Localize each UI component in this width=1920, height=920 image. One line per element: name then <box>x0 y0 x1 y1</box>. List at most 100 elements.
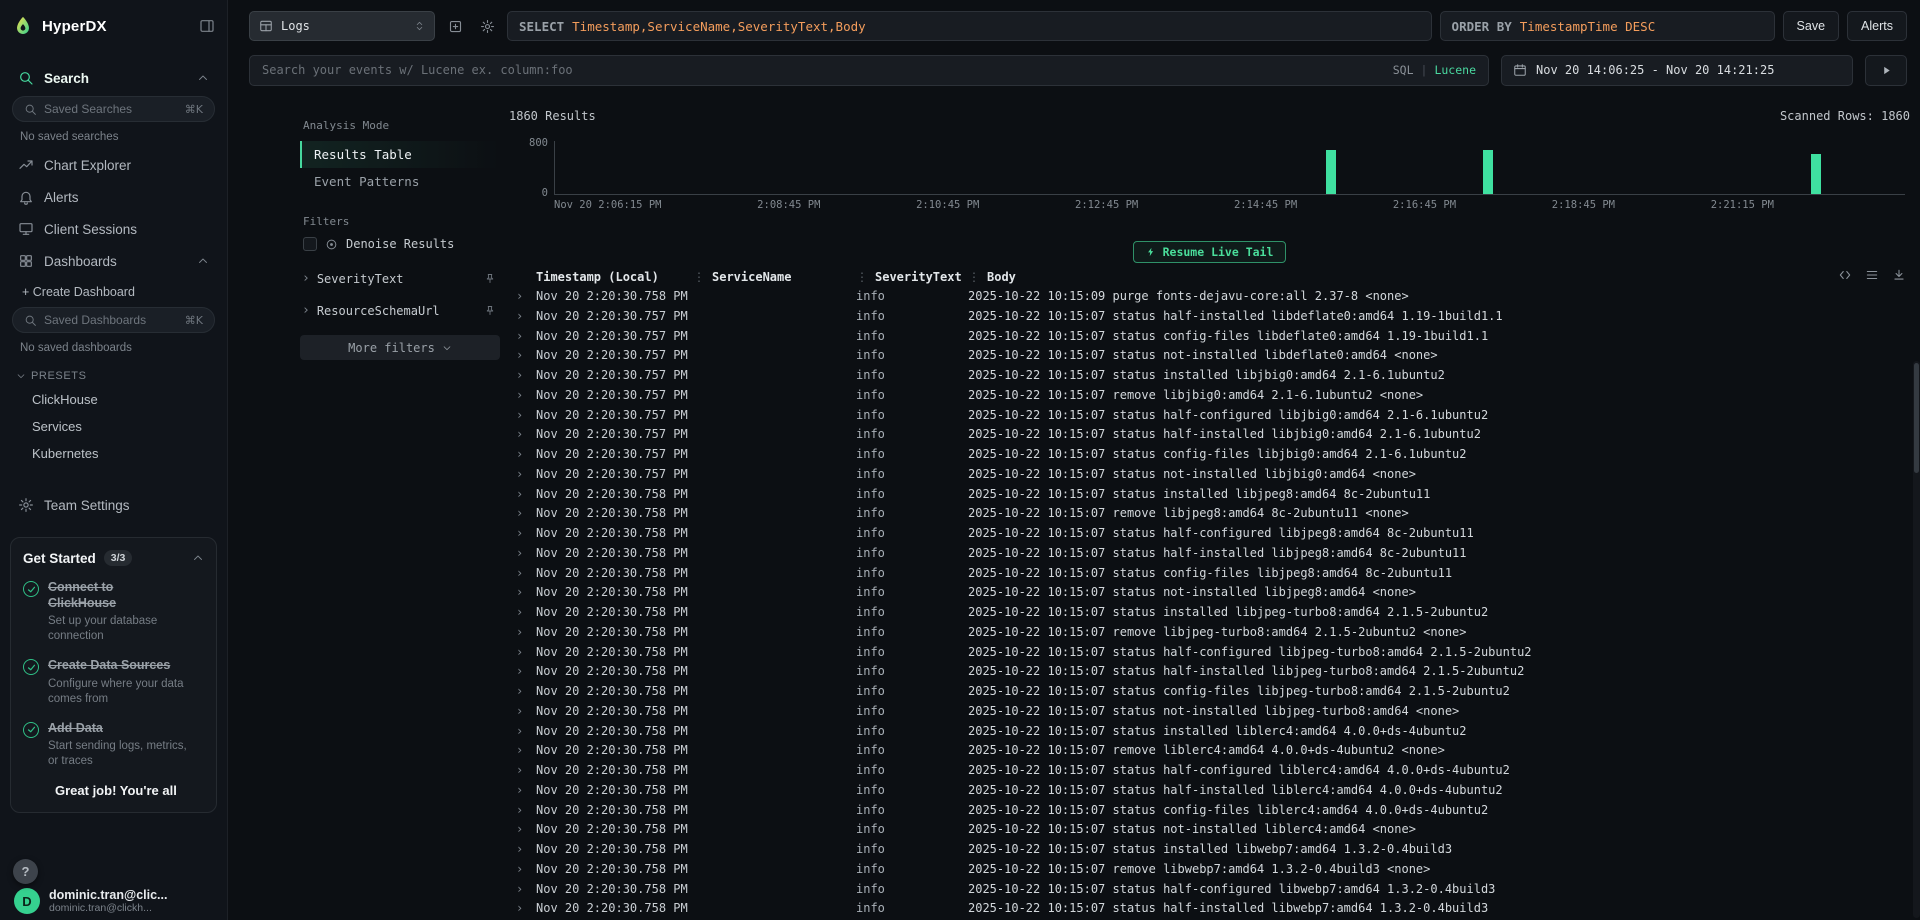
row-expand-icon[interactable]: › <box>509 465 536 485</box>
table-row[interactable]: ›Nov 20 2:20:30.757 PMinfo2025-10-22 10:… <box>509 366 1910 386</box>
table-row[interactable]: ›Nov 20 2:20:30.758 PMinfo2025-10-22 10:… <box>509 781 1910 801</box>
resume-live-tail-button[interactable]: Resume Live Tail <box>1133 241 1287 263</box>
get-started-item[interactable]: Connect to ClickHouseSet up your databas… <box>23 580 204 644</box>
chevron-up-icon[interactable] <box>197 72 209 84</box>
table-row[interactable]: ›Nov 20 2:20:30.758 PMinfo2025-10-22 10:… <box>509 564 1910 584</box>
table-row[interactable]: ›Nov 20 2:20:30.757 PMinfo2025-10-22 10:… <box>509 307 1910 327</box>
sidebar-item-alerts[interactable]: Alerts <box>10 181 217 213</box>
row-expand-icon[interactable]: › <box>509 603 536 623</box>
table-row[interactable]: ›Nov 20 2:20:30.758 PMinfo2025-10-22 10:… <box>509 820 1910 840</box>
code-view-icon[interactable] <box>1838 268 1852 282</box>
row-expand-icon[interactable]: › <box>509 406 536 426</box>
row-expand-icon[interactable]: › <box>509 366 536 386</box>
row-expand-icon[interactable]: › <box>509 287 536 307</box>
table-row[interactable]: ›Nov 20 2:20:30.758 PMinfo2025-10-22 10:… <box>509 722 1910 742</box>
row-expand-icon[interactable]: › <box>509 722 536 742</box>
sidebar-collapse-icon[interactable] <box>199 18 215 34</box>
table-row[interactable]: ›Nov 20 2:20:30.758 PMinfo2025-10-22 10:… <box>509 603 1910 623</box>
sidebar-item-search[interactable]: Search <box>10 62 217 94</box>
denoise-checkbox[interactable] <box>303 237 317 251</box>
table-row[interactable]: ›Nov 20 2:20:30.758 PMinfo2025-10-22 10:… <box>509 702 1910 722</box>
denoise-results-toggle[interactable]: Denoise Results <box>303 237 500 251</box>
date-range-picker[interactable]: Nov 20 14:06:25 - Nov 20 14:21:25 <box>1501 55 1853 86</box>
row-expand-icon[interactable]: › <box>509 524 536 544</box>
row-expand-icon[interactable]: › <box>509 544 536 564</box>
row-expand-icon[interactable]: › <box>509 899 536 919</box>
table-row[interactable]: ›Nov 20 2:20:30.758 PMinfo2025-10-22 10:… <box>509 899 1910 919</box>
saved-dashboards-input[interactable]: Saved Dashboards ⌘K <box>12 307 215 333</box>
sidebar-item-dashboards[interactable]: Dashboards <box>10 245 217 277</box>
table-row[interactable]: ›Nov 20 2:20:30.758 PMinfo2025-10-22 10:… <box>509 583 1910 603</box>
source-settings-button[interactable] <box>475 14 499 38</box>
presets-section-toggle[interactable]: PRESETS <box>10 360 217 386</box>
mode-results-table[interactable]: Results Table <box>300 141 500 168</box>
download-icon[interactable] <box>1892 268 1906 282</box>
help-button[interactable]: ? <box>13 859 38 884</box>
saved-searches-input[interactable]: Saved Searches ⌘K <box>12 96 215 122</box>
chart-bar[interactable] <box>1811 154 1821 194</box>
scrollbar-thumb[interactable] <box>1914 363 1919 473</box>
alerts-button[interactable]: Alerts <box>1847 11 1907 41</box>
row-expand-icon[interactable]: › <box>509 761 536 781</box>
table-row[interactable]: ›Nov 20 2:20:30.757 PMinfo2025-10-22 10:… <box>509 445 1910 465</box>
table-row[interactable]: ›Nov 20 2:20:30.757 PMinfo2025-10-22 10:… <box>509 386 1910 406</box>
table-row[interactable]: ›Nov 20 2:20:30.758 PMinfo2025-10-22 10:… <box>509 860 1910 880</box>
user-menu[interactable]: D dominic.tran@clic... dominic.tran@clic… <box>10 880 217 914</box>
table-row[interactable]: ›Nov 20 2:20:30.758 PMinfo2025-10-22 10:… <box>509 544 1910 564</box>
row-expand-icon[interactable]: › <box>509 425 536 445</box>
row-expand-icon[interactable]: › <box>509 801 536 821</box>
row-expand-icon[interactable]: › <box>509 504 536 524</box>
sidebar-item-chart-explorer[interactable]: Chart Explorer <box>10 149 217 181</box>
chevron-up-icon[interactable] <box>197 255 209 267</box>
column-header-servicename[interactable]: ⋮ServiceName <box>693 270 856 284</box>
run-query-button[interactable] <box>1865 55 1907 86</box>
row-expand-icon[interactable]: › <box>509 880 536 900</box>
row-expand-icon[interactable]: › <box>509 860 536 880</box>
preset-item[interactable]: Services <box>10 413 217 440</box>
get-started-header[interactable]: Get Started 3/3 <box>23 550 204 566</box>
table-row[interactable]: ›Nov 20 2:20:30.757 PMinfo2025-10-22 10:… <box>509 425 1910 445</box>
row-expand-icon[interactable]: › <box>509 307 536 327</box>
table-row[interactable]: ›Nov 20 2:20:30.758 PMinfo2025-10-22 10:… <box>509 840 1910 860</box>
pin-icon[interactable] <box>484 305 496 317</box>
source-select[interactable]: Logs <box>249 11 435 41</box>
row-expand-icon[interactable]: › <box>509 327 536 347</box>
sidebar-item-team-settings[interactable]: Team Settings <box>10 489 217 521</box>
chevron-right-icon[interactable]: › <box>302 274 310 284</box>
row-expand-icon[interactable]: › <box>509 781 536 801</box>
filter-group-severitytext[interactable]: ›SeverityText <box>300 263 500 295</box>
row-expand-icon[interactable]: › <box>509 840 536 860</box>
row-expand-icon[interactable]: › <box>509 643 536 663</box>
row-expand-icon[interactable]: › <box>509 682 536 702</box>
save-button[interactable]: Save <box>1783 11 1840 41</box>
table-row[interactable]: ›Nov 20 2:20:30.757 PMinfo2025-10-22 10:… <box>509 465 1910 485</box>
mode-lucene-toggle[interactable]: Lucene <box>1434 63 1476 77</box>
table-row[interactable]: ›Nov 20 2:20:30.758 PMinfo2025-10-22 10:… <box>509 287 1910 307</box>
chart-bar[interactable] <box>1326 150 1336 194</box>
chevron-right-icon[interactable]: › <box>302 306 310 316</box>
row-expand-icon[interactable]: › <box>509 702 536 722</box>
get-started-item[interactable]: Add DataStart sending logs, metrics, or … <box>23 721 204 770</box>
preset-item[interactable]: Kubernetes <box>10 440 217 467</box>
select-clause-input[interactable]: SELECT Timestamp,ServiceName,SeverityTex… <box>507 11 1432 41</box>
preset-item[interactable]: ClickHouse <box>10 386 217 413</box>
row-expand-icon[interactable]: › <box>509 485 536 505</box>
column-header-severitytext[interactable]: ⋮SeverityText <box>856 270 968 284</box>
table-row[interactable]: ›Nov 20 2:20:30.758 PMinfo2025-10-22 10:… <box>509 880 1910 900</box>
more-filters-button[interactable]: More filters <box>300 335 500 360</box>
table-row[interactable]: ›Nov 20 2:20:30.757 PMinfo2025-10-22 10:… <box>509 406 1910 426</box>
row-density-icon[interactable] <box>1865 268 1879 282</box>
order-by-input[interactable]: ORDER BY TimestampTime DESC <box>1440 11 1775 41</box>
row-expand-icon[interactable]: › <box>509 445 536 465</box>
results-scrollbar[interactable] <box>1913 361 1920 918</box>
filter-group-resourceschemaurl[interactable]: ›ResourceSchemaUrl <box>300 295 500 327</box>
row-expand-icon[interactable]: › <box>509 623 536 643</box>
row-expand-icon[interactable]: › <box>509 564 536 584</box>
table-row[interactable]: ›Nov 20 2:20:30.758 PMinfo2025-10-22 10:… <box>509 801 1910 821</box>
row-expand-icon[interactable]: › <box>509 662 536 682</box>
table-row[interactable]: ›Nov 20 2:20:30.758 PMinfo2025-10-22 10:… <box>509 761 1910 781</box>
get-started-item[interactable]: Create Data SourcesConfigure where your … <box>23 658 204 707</box>
row-expand-icon[interactable]: › <box>509 386 536 406</box>
chart-bar[interactable] <box>1483 150 1493 194</box>
table-row[interactable]: ›Nov 20 2:20:30.757 PMinfo2025-10-22 10:… <box>509 327 1910 347</box>
